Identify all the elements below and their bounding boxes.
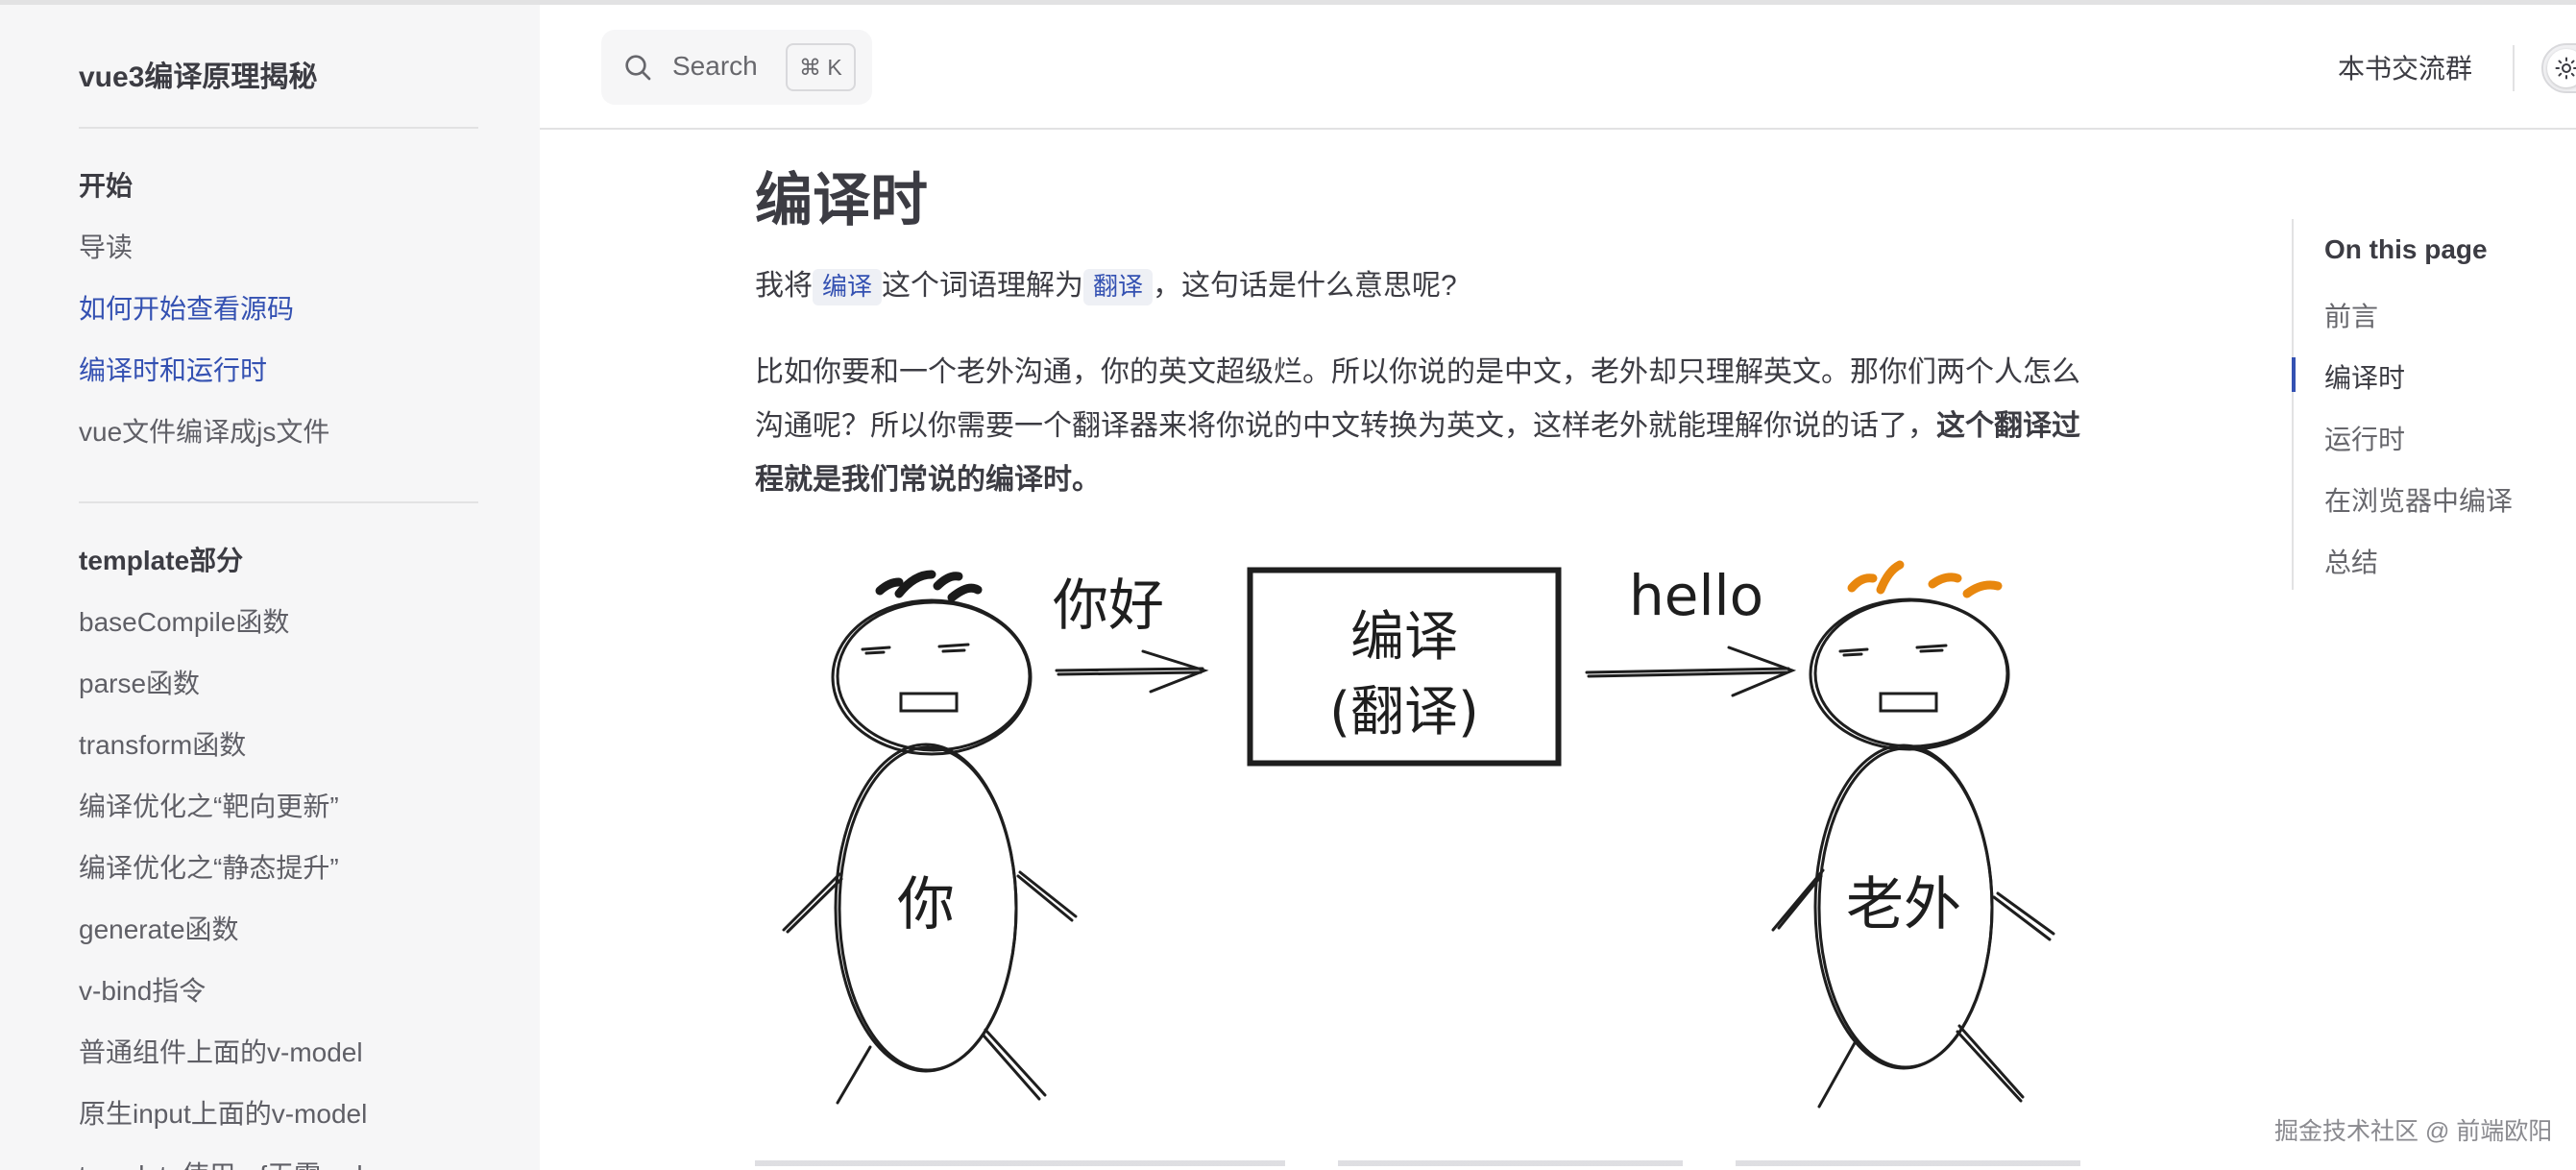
search-label: Search [672,51,758,81]
inline-code: 编译 [813,269,883,305]
nav-link-group[interactable]: 本书交流群 [2338,48,2472,86]
sidebar-item-component-v-model[interactable]: 普通组件上面的v-model [79,1032,363,1070]
outline-active-marker [2292,357,2296,392]
sidebar-item-transform[interactable]: transform函数 [79,724,246,763]
sidebar-item-template-ref[interactable]: template使用ref无需.value [79,1155,393,1170]
search-button[interactable]: Search ⌘ K [601,30,872,105]
sidebar-item-targeted-update[interactable]: 编译优化之“靶向更新” [79,786,339,824]
left-person-label: 你 [897,871,955,938]
theme-toggle-knob [2547,49,2576,87]
page-title: 编译时 [755,168,928,232]
compile-illustration: 你好 hello 编译 (翻译) 你 老外 [782,560,2055,1109]
top-nav: Search ⌘ K 本书交流群 [540,5,2576,130]
sidebar-item-vue-to-js[interactable]: vue文件编译成js文件 [79,411,329,450]
outline-item-preface[interactable]: 前言 [2324,296,2378,334]
right-person-figure [1771,597,2055,1109]
site-title[interactable]: vue3编译原理揭秘 [79,53,317,95]
sun-icon [2555,57,2576,80]
sidebar-item-input-v-model[interactable]: 原生input上面的v-model [79,1093,367,1132]
next-paragraph-cut [755,1153,2080,1170]
search-shortcut: ⌘ K [786,43,856,91]
nav-divider [2513,45,2515,91]
sidebar-item-v-bind[interactable]: v-bind指令 [79,970,206,1009]
outline-item-compile-time[interactable]: 编译时 [2324,357,2405,396]
paragraph-explanation: 比如你要和一个老外沟通，你的英文超级烂。所以你说的是中文，老外却只理解英文。那你… [755,346,2080,507]
box-label-line1: 编译 [1350,606,1458,669]
outline-track [2292,219,2294,590]
theme-toggle[interactable] [2541,43,2576,93]
sidebar-item-generate[interactable]: generate函数 [79,909,239,947]
left-person-figure [782,598,1078,1105]
sidebar-item-intro[interactable]: 导读 [79,227,133,265]
paragraph-text: 我将 [755,270,813,302]
paragraph-text: 比如你要和一个老外沟通，你的英文超级烂。所以你说的是中文，老外却只理解英文。那你… [755,356,2080,442]
search-icon [625,55,651,81]
right-person-label: 老外 [1846,871,1961,938]
outline-title: On this page [2324,234,2488,264]
sidebar-item-parse[interactable]: parse函数 [79,663,200,701]
watermark: 掘金技术社区 @ 前端欧阳 [2274,1118,2553,1145]
arrow-left [1055,649,1209,694]
paragraph-text: ，这句话是什么意思呢? [1153,270,1457,302]
sidebar-item-basecompile[interactable]: baseCompile函数 [79,601,289,640]
sidebar-group-title-start[interactable]: 开始 [79,165,133,204]
box-label-line2: (翻译) [1329,681,1479,743]
sidebar-item-view-source[interactable]: 如何开始查看源码 [79,288,294,327]
paragraph-text: 这个词语理解为 [882,270,1084,302]
outline-item-runtime[interactable]: 运行时 [2324,419,2405,457]
outline-item-summary[interactable]: 总结 [2324,542,2378,580]
inline-code: 翻译 [1083,269,1154,305]
sidebar-divider [79,127,478,129]
left-hair [875,570,983,602]
sidebar-item-static-hoist[interactable]: 编译优化之“静态提升” [79,847,339,886]
sidebar-item-compile-runtime[interactable]: 编译时和运行时 [79,350,267,388]
left-speech-label: 你好 [1053,573,1164,638]
sidebar: vue3编译原理揭秘 开始 导读 如何开始查看源码 编译时和运行时 vue文件编… [0,5,540,1170]
paragraph-intro: 我将 编译 这个词语理解为 翻译 ，这句话是什么意思呢? [755,259,2080,314]
sidebar-group-title-template[interactable]: template部分 [79,540,243,578]
outline-item-browser-compile[interactable]: 在浏览器中编译 [2324,480,2513,519]
right-speech-label: hello [1629,563,1763,628]
arrow-right [1585,646,1797,697]
right-hair [1847,560,2003,598]
sidebar-divider [79,501,478,503]
